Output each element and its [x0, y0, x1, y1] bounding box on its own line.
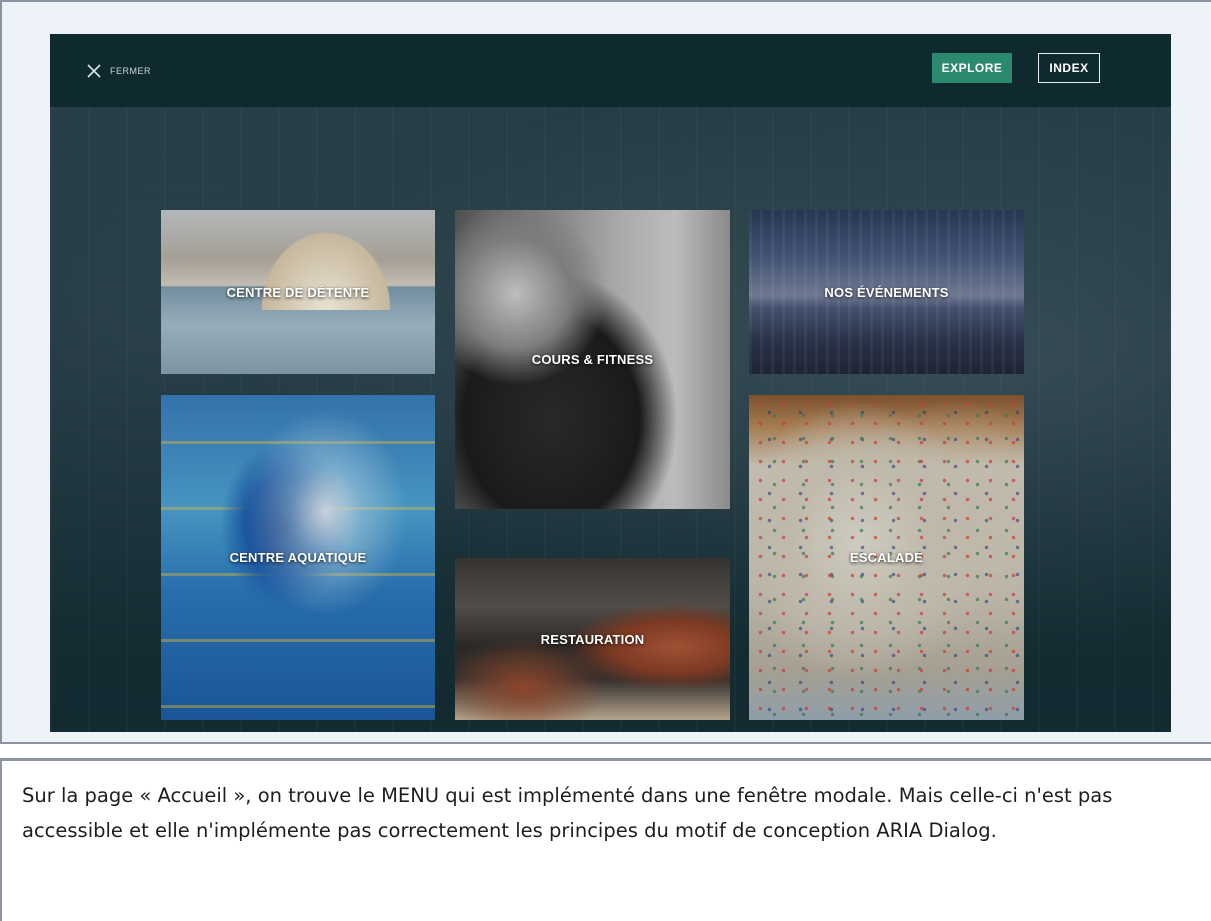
explore-button[interactable]: EXPLORE [932, 53, 1012, 83]
tile-label: ESCALADE [849, 550, 924, 565]
tile-label: COURS & FITNESS [531, 352, 654, 367]
tile-restauration[interactable]: RESTAURATION [455, 558, 730, 720]
tile-escalade[interactable]: ESCALADE [749, 395, 1024, 720]
tile-centre-aquatique[interactable]: CENTRE AQUATIQUE [161, 395, 435, 720]
tile-label: CENTRE DE DÉTENTE [226, 284, 370, 300]
tile-cours-fitness[interactable]: COURS & FITNESS [455, 210, 730, 509]
caption-border [0, 758, 2, 921]
close-icon [87, 64, 101, 78]
caption-text: Sur la page « Accueil », on trouve le ME… [22, 784, 1113, 842]
tile-centre-de-detente[interactable]: CENTRE DE DÉTENTE [161, 210, 435, 374]
tile-label: CENTRE AQUATIQUE [229, 550, 367, 565]
index-button[interactable]: INDEX [1038, 53, 1100, 83]
menu-modal-screenshot: FERMER EXPLORE INDEX CENTRE DE DÉTENTE C… [50, 34, 1171, 732]
tile-label: RESTAURATION [540, 631, 645, 647]
modal-topbar: FERMER EXPLORE INDEX [50, 34, 1171, 107]
tile-nos-evenements[interactable]: NOS ÉVÉNEMENTS [749, 210, 1024, 374]
close-label: FERMER [110, 66, 151, 76]
tile-label: NOS ÉVÉNEMENTS [824, 284, 949, 300]
close-button[interactable]: FERMER [86, 62, 151, 80]
panel-divider [0, 758, 1211, 761]
